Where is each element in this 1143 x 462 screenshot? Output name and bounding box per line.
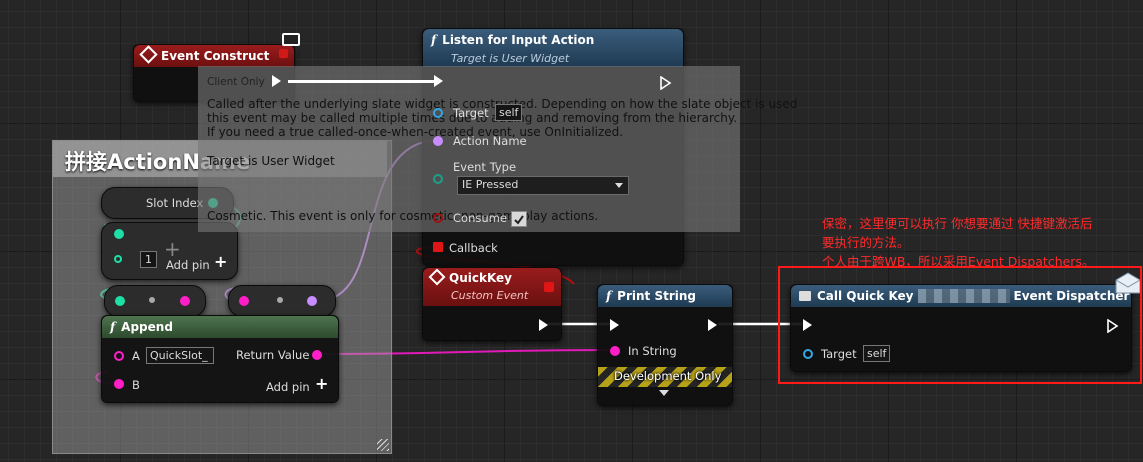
- client-only-monitor-icon: [282, 33, 302, 49]
- function-icon: f: [431, 33, 437, 47]
- listen-event-type-label: Event Type: [453, 160, 517, 174]
- chevron-down-icon: [615, 183, 623, 188]
- string-to-name-input-pin[interactable]: [239, 296, 249, 306]
- add-int-b-field[interactable]: 1: [140, 251, 157, 268]
- append-title: Append: [121, 320, 173, 334]
- slot-index-label: Slot Index: [146, 196, 204, 210]
- quickkey-subtitle: Custom Event: [451, 289, 529, 302]
- listen-target-label: Target: [453, 106, 489, 120]
- event-type-value: IE Pressed: [462, 178, 519, 191]
- int-to-string-node[interactable]: [104, 285, 206, 317]
- listen-action-name-pin[interactable]: [433, 136, 443, 146]
- listen-exec-in-pin[interactable]: [434, 75, 443, 87]
- int-to-string-input-pin[interactable]: [115, 296, 125, 306]
- append-return-pin[interactable]: [312, 350, 322, 360]
- append-node[interactable]: f Append A QuickSlot_ Return Value B Add …: [101, 315, 339, 403]
- add-pin-plus-icon[interactable]: +: [214, 252, 227, 271]
- append-a-pin[interactable]: [114, 351, 124, 361]
- print-in-string-label: In String: [628, 344, 677, 358]
- conversion-dot-icon: [277, 297, 283, 303]
- listen-target-pin[interactable]: [433, 108, 443, 118]
- listen-callback-label: Callback: [449, 241, 498, 255]
- tooltip-target-line: Target is User Widget: [207, 154, 335, 168]
- function-icon: f: [110, 320, 116, 334]
- append-a-label: A: [132, 349, 140, 363]
- event-type-dropdown[interactable]: IE Pressed: [457, 176, 629, 195]
- listen-node-title: Listen for Input Action: [442, 33, 595, 47]
- append-b-label: B: [132, 378, 140, 392]
- annotation-line-1: 保密，这里便可以执行 你想要通过 快捷键激活后: [822, 216, 1093, 231]
- development-only-label: Development Only: [614, 369, 722, 383]
- annotation-line-2: 要执行的方法。: [822, 235, 910, 250]
- event-construct-header: Event Construct: [134, 45, 294, 67]
- annotation-highlight-box: [778, 266, 1142, 384]
- add-int-input-a-pin[interactable]: [114, 229, 124, 239]
- listen-node-subtitle: Target is User Widget: [451, 52, 570, 65]
- exec-out-outline-icon: [660, 75, 672, 91]
- listen-consume-label: Consume: [453, 211, 507, 225]
- append-header: f Append: [102, 316, 338, 338]
- print-string-node[interactable]: f Print String In String Development Only: [597, 284, 733, 406]
- append-a-field[interactable]: QuickSlot_: [146, 347, 214, 364]
- event-diamond-icon: [139, 45, 158, 64]
- expand-chevron-icon[interactable]: [659, 390, 669, 396]
- int-to-string-output-pin[interactable]: [180, 296, 190, 306]
- listen-event-type-pin[interactable]: [433, 174, 443, 184]
- print-in-string-pin[interactable]: [610, 346, 620, 356]
- quickkey-custom-event-node[interactable]: QuickKey Custom Event: [422, 267, 562, 341]
- conversion-dot-icon: [149, 297, 155, 303]
- event-delegate-pin[interactable]: [279, 49, 288, 58]
- event-diamond-icon: [428, 268, 446, 286]
- add-int-input-b-pin[interactable]: [114, 255, 122, 263]
- listen-target-field[interactable]: self: [495, 104, 523, 121]
- tooltip-cosmetic-line: Cosmetic. This event is only for cosmeti…: [207, 209, 599, 223]
- print-exec-in-pin[interactable]: [610, 319, 619, 331]
- listen-consume-pin[interactable]: [433, 213, 443, 223]
- tooltip-popup: Client Only Called after the underlying …: [198, 66, 797, 232]
- append-return-label: Return Value: [236, 348, 310, 362]
- quickkey-header: QuickKey Custom Event: [423, 268, 561, 306]
- print-exec-out-pin[interactable]: [708, 319, 717, 331]
- string-to-name-output-pin[interactable]: [307, 296, 317, 306]
- print-string-header: f Print String: [598, 285, 732, 307]
- string-to-name-node[interactable]: [228, 285, 336, 317]
- append-b-pin[interactable]: [114, 379, 124, 389]
- print-string-title: Print String: [617, 289, 696, 303]
- append-add-pin-label[interactable]: Add pin: [266, 380, 310, 394]
- tooltip-client-only-tag: Client Only: [207, 76, 265, 88]
- function-icon: f: [606, 289, 612, 303]
- listen-action-name-label: Action Name: [453, 134, 527, 148]
- tooltip-line-3: If you need a true called-once-when-crea…: [207, 125, 624, 139]
- listen-exec-out-pin[interactable]: [660, 75, 672, 94]
- consume-checkbox[interactable]: [511, 211, 527, 227]
- add-int-add-pin-label[interactable]: Add pin: [166, 258, 210, 272]
- comment-resize-handle[interactable]: [377, 439, 389, 451]
- quickkey-delegate-pin[interactable]: [544, 282, 554, 292]
- quickkey-exec-out-pin[interactable]: [539, 319, 548, 331]
- listen-callback-pin[interactable]: [433, 242, 443, 252]
- add-pin-plus-icon[interactable]: +: [315, 374, 328, 393]
- check-icon: [514, 215, 524, 225]
- annotation-line-3: 个人由于跨WB，所以采用Event Dispatchers。: [822, 254, 1095, 269]
- quickkey-title: QuickKey: [449, 271, 512, 285]
- event-construct-title: Event Construct: [161, 49, 270, 63]
- construct-exec-out-pin[interactable]: [272, 75, 281, 87]
- exec-wire-construct-listen: [288, 80, 436, 83]
- listen-node-header: f Listen for Input Action Target is User …: [423, 29, 683, 67]
